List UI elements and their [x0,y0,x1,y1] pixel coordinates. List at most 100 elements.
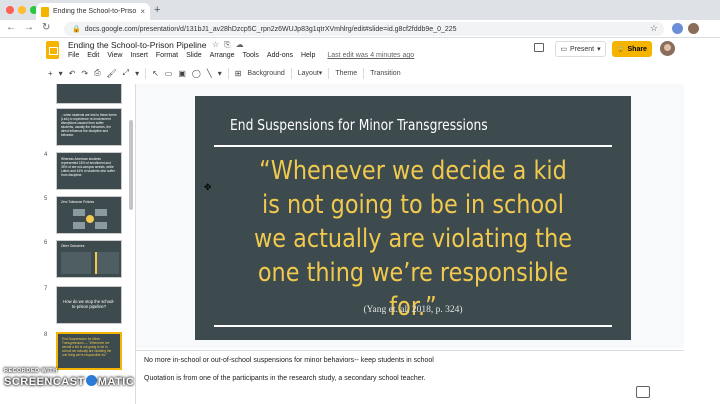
reload-icon[interactable]: ↻ [42,22,50,33]
editing-toolbar: + ▾ ↶ ↷ ⎙ 🖌 ⤢ ▾ ↖ ▭ ▣ ◯ ╲ ▾ ⊞ Background… [44,65,684,81]
zoom-caret-icon[interactable]: ▾ [135,69,139,78]
redo-icon[interactable]: ↷ [81,69,88,78]
watermark-line-2: SCREENCAST MATIC [4,375,134,388]
line-icon[interactable]: ╲ [207,69,212,78]
slide-thumbnail[interactable] [56,84,122,104]
thumbnail-box [61,252,91,274]
shape-icon[interactable]: ◯ [192,69,201,78]
slide-thumbnail-4[interactable]: Whereas American students represented 18… [56,152,122,190]
window-controls [6,6,38,14]
current-slide[interactable]: End Suspensions for Minor Transgressions… [195,96,631,340]
screen: Ending the School-to-Prison P × + ← → ↻ … [0,0,720,404]
present-label: Present [569,45,595,53]
menu-slide[interactable]: Slide [186,52,202,59]
print-icon[interactable]: ⎙ [94,68,100,78]
last-edit-link[interactable]: Last edit was 4 minutes ago [327,52,414,59]
chevron-down-icon[interactable]: ▾ [597,45,601,53]
toolbar-divider [145,67,147,79]
browser-tab-strip: Ending the School-to-Prison P × + [0,0,720,20]
comment-add-icon[interactable]: ⊞ [235,69,242,78]
thumbnail-text: How do we stop the school-to-prison pipe… [63,299,115,310]
menu-file[interactable]: File [68,52,79,59]
speaker-notes[interactable]: No more in-school or out-of-school suspe… [136,350,684,404]
url-bar[interactable]: 🔒 docs.google.com/presentation/d/131bJ1_… [64,22,664,36]
slide-number: 6 [44,240,48,246]
forward-icon[interactable]: → [24,22,34,33]
presentation-title[interactable]: Ending the School-to-Prison Pipeline [68,40,206,50]
star-icon[interactable]: ☆ [212,40,219,50]
watermark-line-1: RECORDED WITH [4,368,58,374]
text-box-icon[interactable]: ▭ [165,69,173,78]
background-button[interactable]: Background [247,70,284,77]
menu-view[interactable]: View [107,52,122,59]
slide-thumbnail-7[interactable]: How do we stop the school-to-prison pipe… [56,286,122,324]
slide-thumbnail-3[interactable]: ...when students are lost to these forms… [56,108,122,146]
menu-bar: File Edit View Insert Format Slide Arran… [68,52,414,59]
bottom-divider [214,325,612,327]
screencast-watermark: RECORDED WITH SCREENCAST MATIC [4,368,134,388]
menu-help[interactable]: Help [301,52,315,59]
transition-button[interactable]: Transition [370,70,400,77]
new-slide-icon[interactable]: + [48,69,53,78]
present-button[interactable]: ▭ Present ▾ [555,41,606,57]
slide-number: 5 [44,196,48,202]
thumbnail-text: ...when students are lost to these forms… [61,113,117,137]
cloud-saved-icon: ☁ [235,40,244,49]
menu-insert[interactable]: Insert [130,52,148,59]
close-tab-icon[interactable]: × [140,7,145,16]
share-label: Share [627,45,647,53]
zoom-icon[interactable]: ⤢ [123,68,129,78]
select-cursor-icon[interactable]: ↖ [152,69,159,78]
slides-logo-icon[interactable] [46,41,59,59]
explore-icon[interactable] [636,386,650,398]
move-folder-icon[interactable]: ⎘ [224,40,230,50]
slide-thumbnail-8-selected[interactable]: End Suspensions for Minor Transgressions… [56,332,122,370]
watermark-brand-b: MATIC [97,376,135,388]
new-slide-caret-icon[interactable]: ▾ [59,69,63,78]
slide-quote[interactable]: “Whenever we decide a kid is not going t… [251,154,574,324]
move-cursor-icon: ✥ [204,182,212,192]
layout-label: Layout [297,70,319,77]
bookmark-star-icon[interactable]: ☆ [650,23,658,34]
layout-button[interactable]: Layout▾ [298,69,323,77]
thumbnail-text: Other Outcomes [61,244,85,248]
menu-tools[interactable]: Tools [243,52,259,59]
comment-history-icon[interactable] [534,43,544,52]
slide-thumbnail-5[interactable]: Zero Tolerance Policies [56,196,122,234]
undo-icon[interactable]: ↶ [69,69,76,78]
image-icon[interactable]: ▣ [178,69,186,78]
share-button[interactable]: 🔒 Share [612,41,652,57]
menu-arrange[interactable]: Arrange [210,52,235,59]
filmstrip-scrollbar[interactable] [129,120,133,210]
thumbnail-box [95,252,119,274]
thumbnail-text: Zero Tolerance Policies [61,200,95,204]
paint-format-icon[interactable]: 🖌 [107,69,117,78]
profile-avatar-icon[interactable] [688,23,699,34]
line-caret-icon[interactable]: ▾ [218,69,222,78]
address-bar-row: ← → ↻ 🔒 docs.google.com/presentation/d/1… [0,20,720,38]
avatar[interactable] [660,41,675,56]
theme-button[interactable]: Theme [335,70,357,77]
diagram-thumbnail-icon [73,209,107,229]
new-tab-button[interactable]: + [154,4,160,16]
slide-heading[interactable]: End Suspensions for Minor Transgressions [230,116,488,134]
menu-format[interactable]: Format [156,52,178,59]
lock-icon: 🔒 [72,26,81,33]
thumbnail-text: Whereas American students represented 18… [61,157,115,177]
layout-caret-icon: ▾ [318,70,323,77]
close-window-button[interactable] [6,6,14,14]
extension-icon[interactable] [672,23,683,34]
browser-tab[interactable]: Ending the School-to-Prison P × [36,3,150,20]
toolbar-divider [363,67,365,79]
menu-edit[interactable]: Edit [87,52,99,59]
back-icon[interactable]: ← [6,22,16,33]
menu-add-ons[interactable]: Add-ons [267,52,293,59]
lock-share-icon: 🔒 [617,46,625,53]
slide-filmstrip: ...when students are lost to these forms… [36,84,136,404]
editor-scroll-gutter [684,82,720,404]
minimize-window-button[interactable] [18,6,26,14]
slide-citation[interactable]: (Yang et. al, 2018, p. 324) [195,305,631,315]
tab-title: Ending the School-to-Prison P [53,8,137,15]
toolbar-divider [328,67,330,79]
slide-thumbnail-6[interactable]: Other Outcomes [56,240,122,278]
